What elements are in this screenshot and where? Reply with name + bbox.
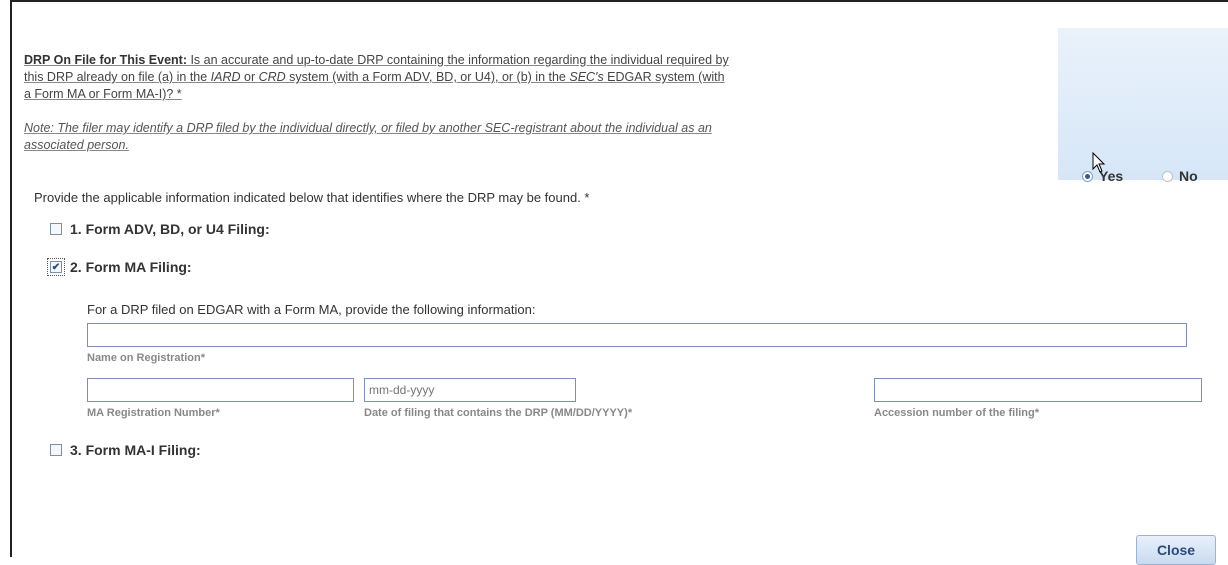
drp-question: DRP On File for This Event: Is an accura… bbox=[24, 52, 1034, 154]
question-text-2c: system (with a Form ADV, BD, or U4), or … bbox=[285, 70, 570, 84]
option-label-2: 2. Form MA Filing: bbox=[70, 259, 192, 275]
question-line-3: a Form MA or Form MA-I)? * bbox=[24, 87, 182, 101]
mouse-pointer-icon bbox=[1092, 152, 1106, 173]
no-radio-option[interactable]: No bbox=[1162, 168, 1198, 184]
question-title: DRP On File for This Event: bbox=[24, 53, 187, 67]
option-form-ma[interactable]: ✔ 2. Form MA Filing: bbox=[47, 258, 192, 276]
name-on-registration-label: Name on Registration* bbox=[87, 352, 205, 364]
date-of-filing-label: Date of filing that contains the DRP (MM… bbox=[364, 407, 633, 419]
ma-registration-number-label: MA Registration Number* bbox=[87, 407, 220, 419]
date-of-filing-field[interactable] bbox=[364, 378, 576, 402]
no-radio[interactable] bbox=[1162, 170, 1173, 182]
provide-instructions: Provide the applicable information indic… bbox=[34, 190, 590, 205]
option-form-ma-i[interactable]: 3. Form MA-I Filing: bbox=[50, 442, 201, 458]
name-on-registration-input[interactable] bbox=[88, 324, 1186, 346]
note-line-1: Note: The filer may identify a DRP filed… bbox=[24, 121, 712, 135]
question-text-2b: or bbox=[240, 70, 259, 84]
question-text-2d: EDGAR system (with bbox=[603, 70, 725, 84]
question-text-2a: this DRP already on file (a) in the bbox=[24, 70, 211, 84]
checkbox-form-adv-bd-u4[interactable] bbox=[50, 223, 62, 235]
checkbox-form-ma[interactable]: ✔ bbox=[47, 258, 65, 276]
answer-panel: Yes No bbox=[1058, 28, 1228, 184]
option-form-adv-bd-u4[interactable]: 1. Form ADV, BD, or U4 Filing: bbox=[50, 221, 270, 237]
crd-text: CRD bbox=[258, 70, 286, 84]
option-label-1: 1. Form ADV, BD, or U4 Filing: bbox=[70, 221, 270, 237]
close-button[interactable]: Close bbox=[1136, 535, 1216, 565]
date-of-filing-input[interactable] bbox=[365, 379, 575, 401]
ma-registration-number-input[interactable] bbox=[88, 379, 353, 401]
form-ma-instructions: For a DRP filed on EDGAR with a Form MA,… bbox=[87, 302, 536, 317]
accession-number-field[interactable] bbox=[874, 378, 1202, 402]
sec-text: SEC's bbox=[569, 70, 604, 84]
accession-number-input[interactable] bbox=[875, 379, 1201, 401]
name-on-registration-field[interactable] bbox=[87, 323, 1187, 347]
ma-registration-number-field[interactable] bbox=[87, 378, 354, 402]
checkbox-form-ma-i[interactable] bbox=[50, 444, 62, 456]
question-line-1: DRP On File for This Event: Is an accura… bbox=[24, 52, 1034, 69]
option-label-3: 3. Form MA-I Filing: bbox=[70, 442, 201, 458]
iard-text: IARD bbox=[210, 70, 241, 84]
question-line-2: this DRP already on file (a) in the IARD… bbox=[24, 69, 1034, 86]
no-label: No bbox=[1179, 168, 1198, 184]
accession-number-label: Accession number of the filing* bbox=[874, 407, 1040, 419]
note-line-2: associated person. bbox=[24, 138, 129, 152]
question-text-1: Is an accurate and up-to-date DRP contai… bbox=[186, 53, 729, 67]
